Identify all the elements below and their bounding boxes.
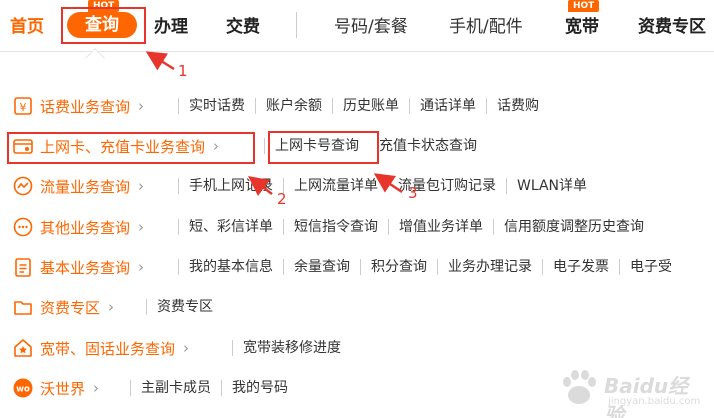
baidu-watermark: Baidu经验 jingyan.baidu.com (552, 364, 702, 418)
annotation-arrows (145, 51, 403, 196)
watermark-url: jingyan.baidu.com (608, 396, 701, 407)
screen: 首页 查询 HOT 办理 交费 号码/套餐 手机/配件 宽带 HOT 资费专区 … (0, 0, 714, 418)
annotation-label-1: 1 (178, 62, 188, 80)
arrow-2-icon (248, 176, 273, 196)
annotation-label-2: 2 (277, 190, 287, 208)
arrow-3-icon (373, 173, 403, 194)
arrow-1-icon (145, 51, 175, 71)
paw-logo-icon (563, 370, 596, 404)
watermark-brand: Baidu经验 (604, 374, 689, 418)
annotation-label-3: 3 (408, 184, 418, 202)
